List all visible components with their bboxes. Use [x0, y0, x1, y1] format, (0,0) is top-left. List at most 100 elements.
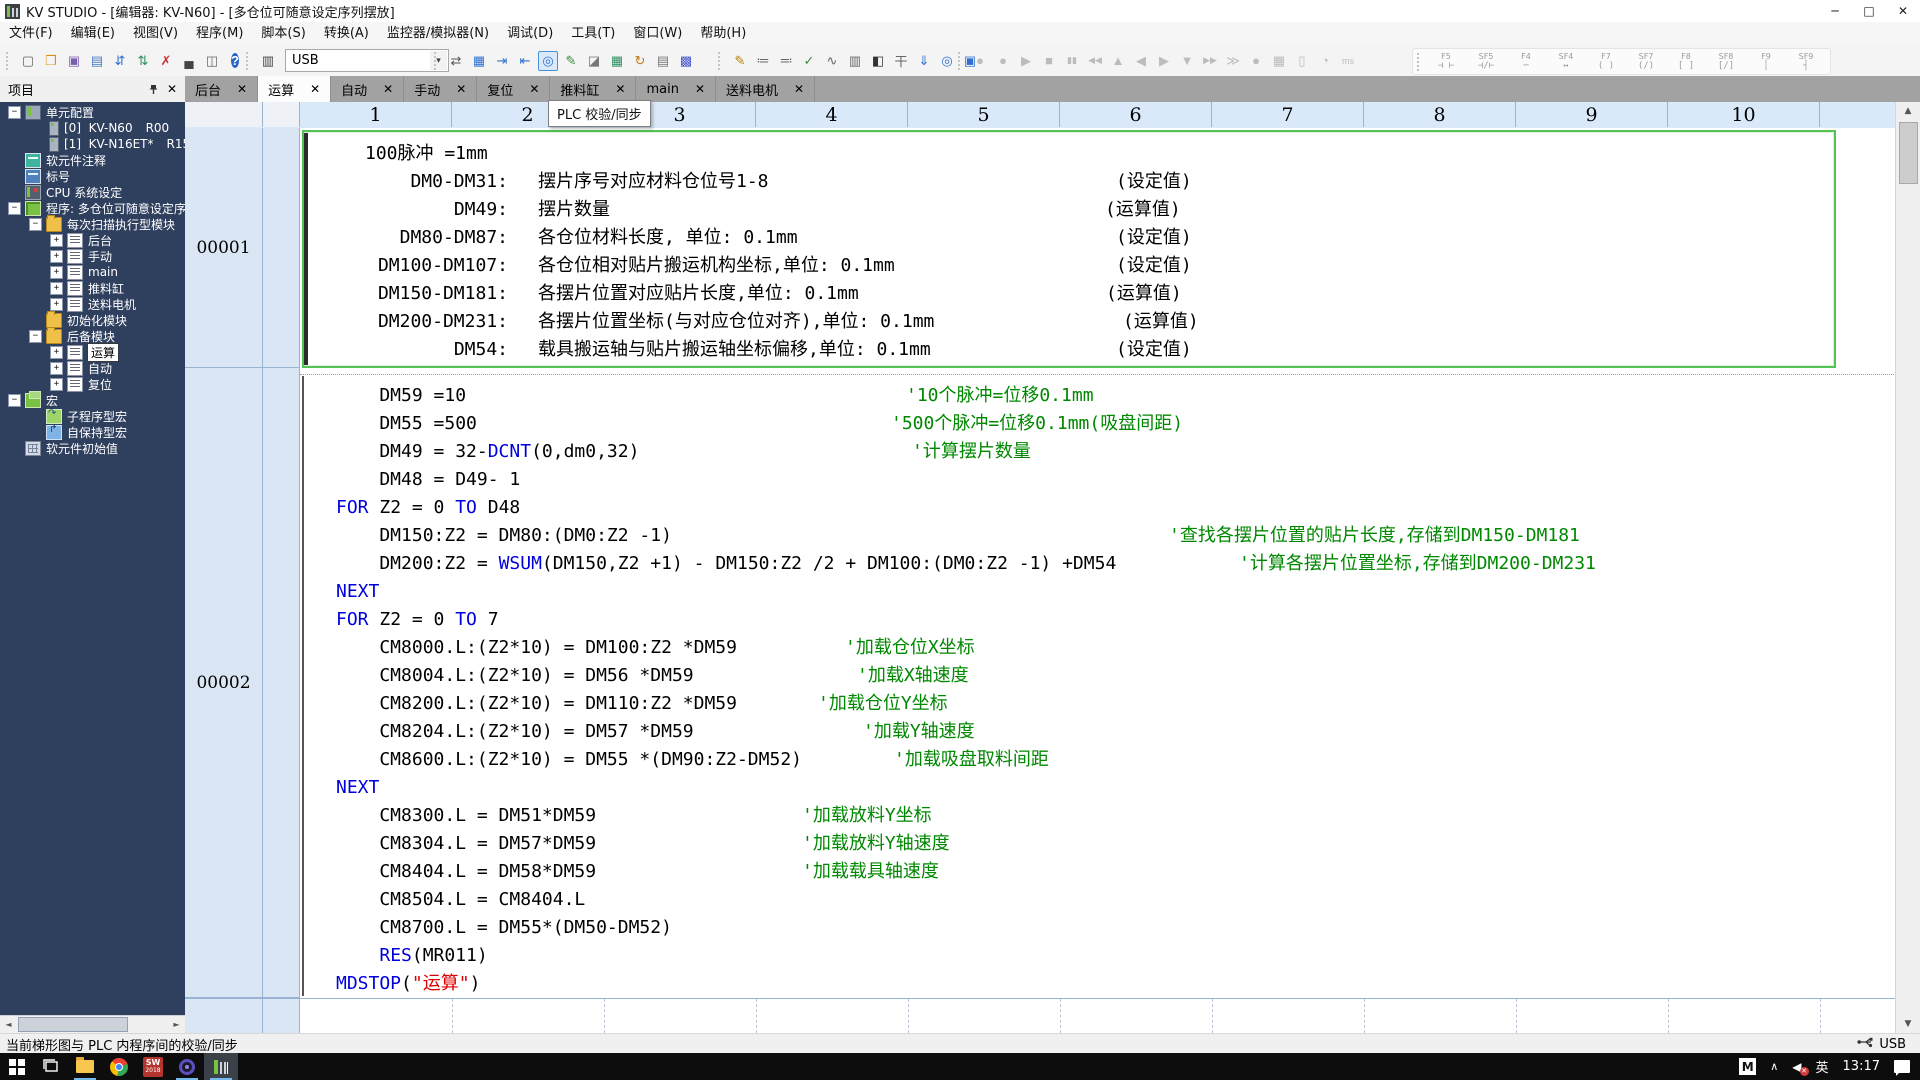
tree-item-module-manual[interactable]: + 手动 — [0, 248, 185, 264]
tray-expand-icon[interactable]: ∧ — [1770, 1060, 1778, 1073]
fkey-sf7-button[interactable]: SF7 (/) — [1626, 50, 1666, 73]
taskbar-target-app-icon[interactable] — [170, 1053, 204, 1080]
scrollbar-thumb[interactable] — [1899, 122, 1918, 184]
tree-expander-icon[interactable]: + — [50, 297, 63, 311]
close-panel-icon[interactable]: ✕ — [167, 82, 177, 96]
tree-item-module-feeder[interactable]: + 送料电机 — [0, 296, 185, 312]
tree-expander-icon[interactable]: − — [29, 217, 42, 231]
break-icon[interactable]: ● — [1246, 51, 1266, 71]
tree-item-module-reset[interactable]: + 复位 — [0, 376, 185, 392]
usb-combobox[interactable]: USB ▾ — [285, 49, 449, 72]
record-icon[interactable]: ● — [970, 51, 990, 71]
print-icon[interactable]: ▄ — [179, 51, 199, 71]
tab-pusher-cylinder[interactable]: 推料缸 ✕ — [550, 76, 637, 102]
monitor-target-icon[interactable]: ◎ — [937, 51, 957, 71]
save-project-icon[interactable]: ▣ — [64, 51, 84, 71]
tab-close-icon[interactable]: ✕ — [794, 82, 804, 96]
scrollbar-thumb[interactable] — [18, 1017, 128, 1032]
open-project-icon[interactable]: ❒ — [41, 51, 61, 71]
taskbar-file-explorer-icon[interactable] — [68, 1053, 102, 1080]
tree-item-device-comment[interactable]: 软元件注释 — [0, 152, 185, 168]
tab-backend[interactable]: 后台 ✕ — [185, 76, 259, 102]
monitor-capture-icon[interactable]: ⇓ — [914, 51, 934, 71]
menu-item-window[interactable]: 窗口(W) — [624, 22, 691, 45]
monitor-readout-icon[interactable]: ◪ — [584, 51, 604, 71]
step-forward-icon[interactable]: ▶ — [1154, 51, 1174, 71]
fkey-sf8-button[interactable]: SF8 [/] — [1706, 50, 1746, 73]
step-back-icon[interactable]: ◀ — [1131, 51, 1151, 71]
fkey-f8-button[interactable]: F8[ ] — [1666, 50, 1706, 73]
tab-auto[interactable]: 自动 ✕ — [331, 76, 405, 102]
tree-item-device-init[interactable]: 软元件初始值 — [0, 440, 185, 456]
task-view-button[interactable] — [34, 1053, 68, 1080]
read-from-plc-icon[interactable]: ⇤ — [515, 51, 535, 71]
maximize-button[interactable]: □ — [1852, 0, 1886, 22]
menu-item-debug[interactable]: 调试(D) — [498, 22, 562, 45]
tree-expander-icon[interactable]: + — [50, 249, 63, 263]
tree-expander-icon[interactable]: + — [50, 233, 63, 247]
menu-item-help[interactable]: 帮助(H) — [691, 22, 755, 45]
step-up-icon[interactable]: ▲ — [1108, 51, 1128, 71]
fkey-sf9-button[interactable]: SF9 ┤ — [1786, 50, 1826, 73]
tab-main[interactable]: main ✕ — [636, 76, 717, 102]
script-editor[interactable]: 1 2 3 4 5 6 7 8 9 10 00001 00002 100脉冲 =1mm DM0-DM3… — [185, 102, 1896, 1033]
tab-close-icon[interactable]: ✕ — [383, 82, 393, 96]
tree-item-module-pusher[interactable]: + 推料缸 — [0, 280, 185, 296]
tab-close-icon[interactable]: ✕ — [615, 82, 625, 96]
tree-item-cpu-system[interactable]: CPU 系统设定 — [0, 184, 185, 200]
tray-app-m-icon[interactable]: M — [1739, 1058, 1757, 1075]
timing-chart-icon[interactable]: ▥ — [845, 51, 865, 71]
contrast-view-icon[interactable]: ◧ — [868, 51, 888, 71]
tab-reset[interactable]: 复位 ✕ — [477, 76, 551, 102]
print-preview-icon[interactable]: ◫ — [202, 51, 222, 71]
frame-icon[interactable]: ▯ — [1292, 51, 1312, 71]
clock[interactable]: 13:17 — [1843, 1059, 1880, 1074]
script-check-icon[interactable]: ✓ — [799, 51, 819, 71]
skip-to-start-icon[interactable]: ◀◀ — [1085, 51, 1105, 71]
script-block-00002[interactable]: DM59 =10'10个脉冲=位移0.1mm DM55 =500'500个脉冲=… — [300, 368, 1896, 998]
tree-item-module-compute[interactable]: + 运算 — [0, 342, 185, 362]
tab-close-icon[interactable]: ✕ — [237, 82, 247, 96]
usb-connection-icon[interactable]: ⇄ — [446, 51, 466, 71]
comment-block-00001[interactable]: 100脉冲 =1mm DM0-DM31: 摆片序号对应材料仓位号1-8 (设定值) DM… — [300, 128, 1896, 368]
io-assign-icon[interactable]: 干 — [891, 51, 911, 71]
tree-expander-icon[interactable]: + — [50, 281, 63, 295]
tree-item-program-root[interactable]: − 程序: 多仓位可随意设定序列摆放 — [0, 200, 185, 216]
tree-item-label[interactable]: 标号 — [0, 168, 185, 184]
label-edit-icon[interactable]: ≕ — [776, 51, 796, 71]
tree-item-module-backend[interactable]: + 后台 — [0, 232, 185, 248]
import-project-icon[interactable]: ⇵ — [110, 51, 130, 71]
taskbar-kv-studio-icon[interactable] — [204, 1053, 238, 1080]
tree-expander-icon[interactable]: − — [8, 105, 21, 119]
step-down-icon[interactable]: ▼ — [1177, 51, 1197, 71]
tab-close-icon[interactable]: ✕ — [310, 82, 320, 96]
fkey-f9-button[interactable]: F9 │ — [1746, 50, 1786, 73]
comm-setup-icon[interactable]: ▥ — [258, 51, 278, 71]
tree-expander-icon[interactable]: − — [8, 201, 21, 215]
device-multi-monitor-icon[interactable]: ▩ — [676, 51, 696, 71]
input-language-indicator[interactable]: 英 — [1816, 1057, 1829, 1076]
fkey-sf4-button[interactable]: SF4 ↔ — [1546, 50, 1586, 73]
menu-item-tool[interactable]: 工具(T) — [562, 22, 624, 45]
fkey-f4-button[interactable]: F4 ─ — [1506, 50, 1546, 73]
tree-expander-icon[interactable]: + — [50, 345, 63, 359]
record-alt-icon[interactable]: ● — [993, 51, 1013, 71]
play-icon[interactable]: ▶ — [1016, 51, 1036, 71]
tab-close-icon[interactable]: ✕ — [529, 82, 539, 96]
tree-item-slot-1[interactable]: [1] KV-N16ET* R15 — [0, 136, 185, 152]
tree-expander-icon[interactable]: + — [50, 265, 63, 279]
skip-to-end-icon[interactable]: ▶▶ — [1200, 51, 1220, 71]
menu-item-script[interactable]: 脚本(S) — [252, 22, 314, 45]
registration-monitor-icon[interactable]: ▤ — [653, 51, 673, 71]
tree-item-macro-hold[interactable]: 自保持型宏 — [0, 424, 185, 440]
write-to-plc-icon[interactable]: ⇥ — [492, 51, 512, 71]
minimize-button[interactable]: ─ — [1818, 0, 1852, 22]
save-as-icon[interactable]: ▤ — [87, 51, 107, 71]
volume-muted-icon[interactable]: ◀ ✕ — [1792, 1060, 1809, 1076]
tree-item-module-auto[interactable]: + 自动 — [0, 360, 185, 376]
tree-expander-icon[interactable]: + — [50, 377, 63, 391]
tab-compute[interactable]: 运算 ✕ — [258, 76, 332, 102]
device-comment-edit-icon[interactable]: ≔ — [753, 51, 773, 71]
tree-expander-icon[interactable]: − — [8, 393, 21, 407]
tree-item-scan-module-folder[interactable]: − 每次扫描执行型模块 — [0, 214, 185, 232]
